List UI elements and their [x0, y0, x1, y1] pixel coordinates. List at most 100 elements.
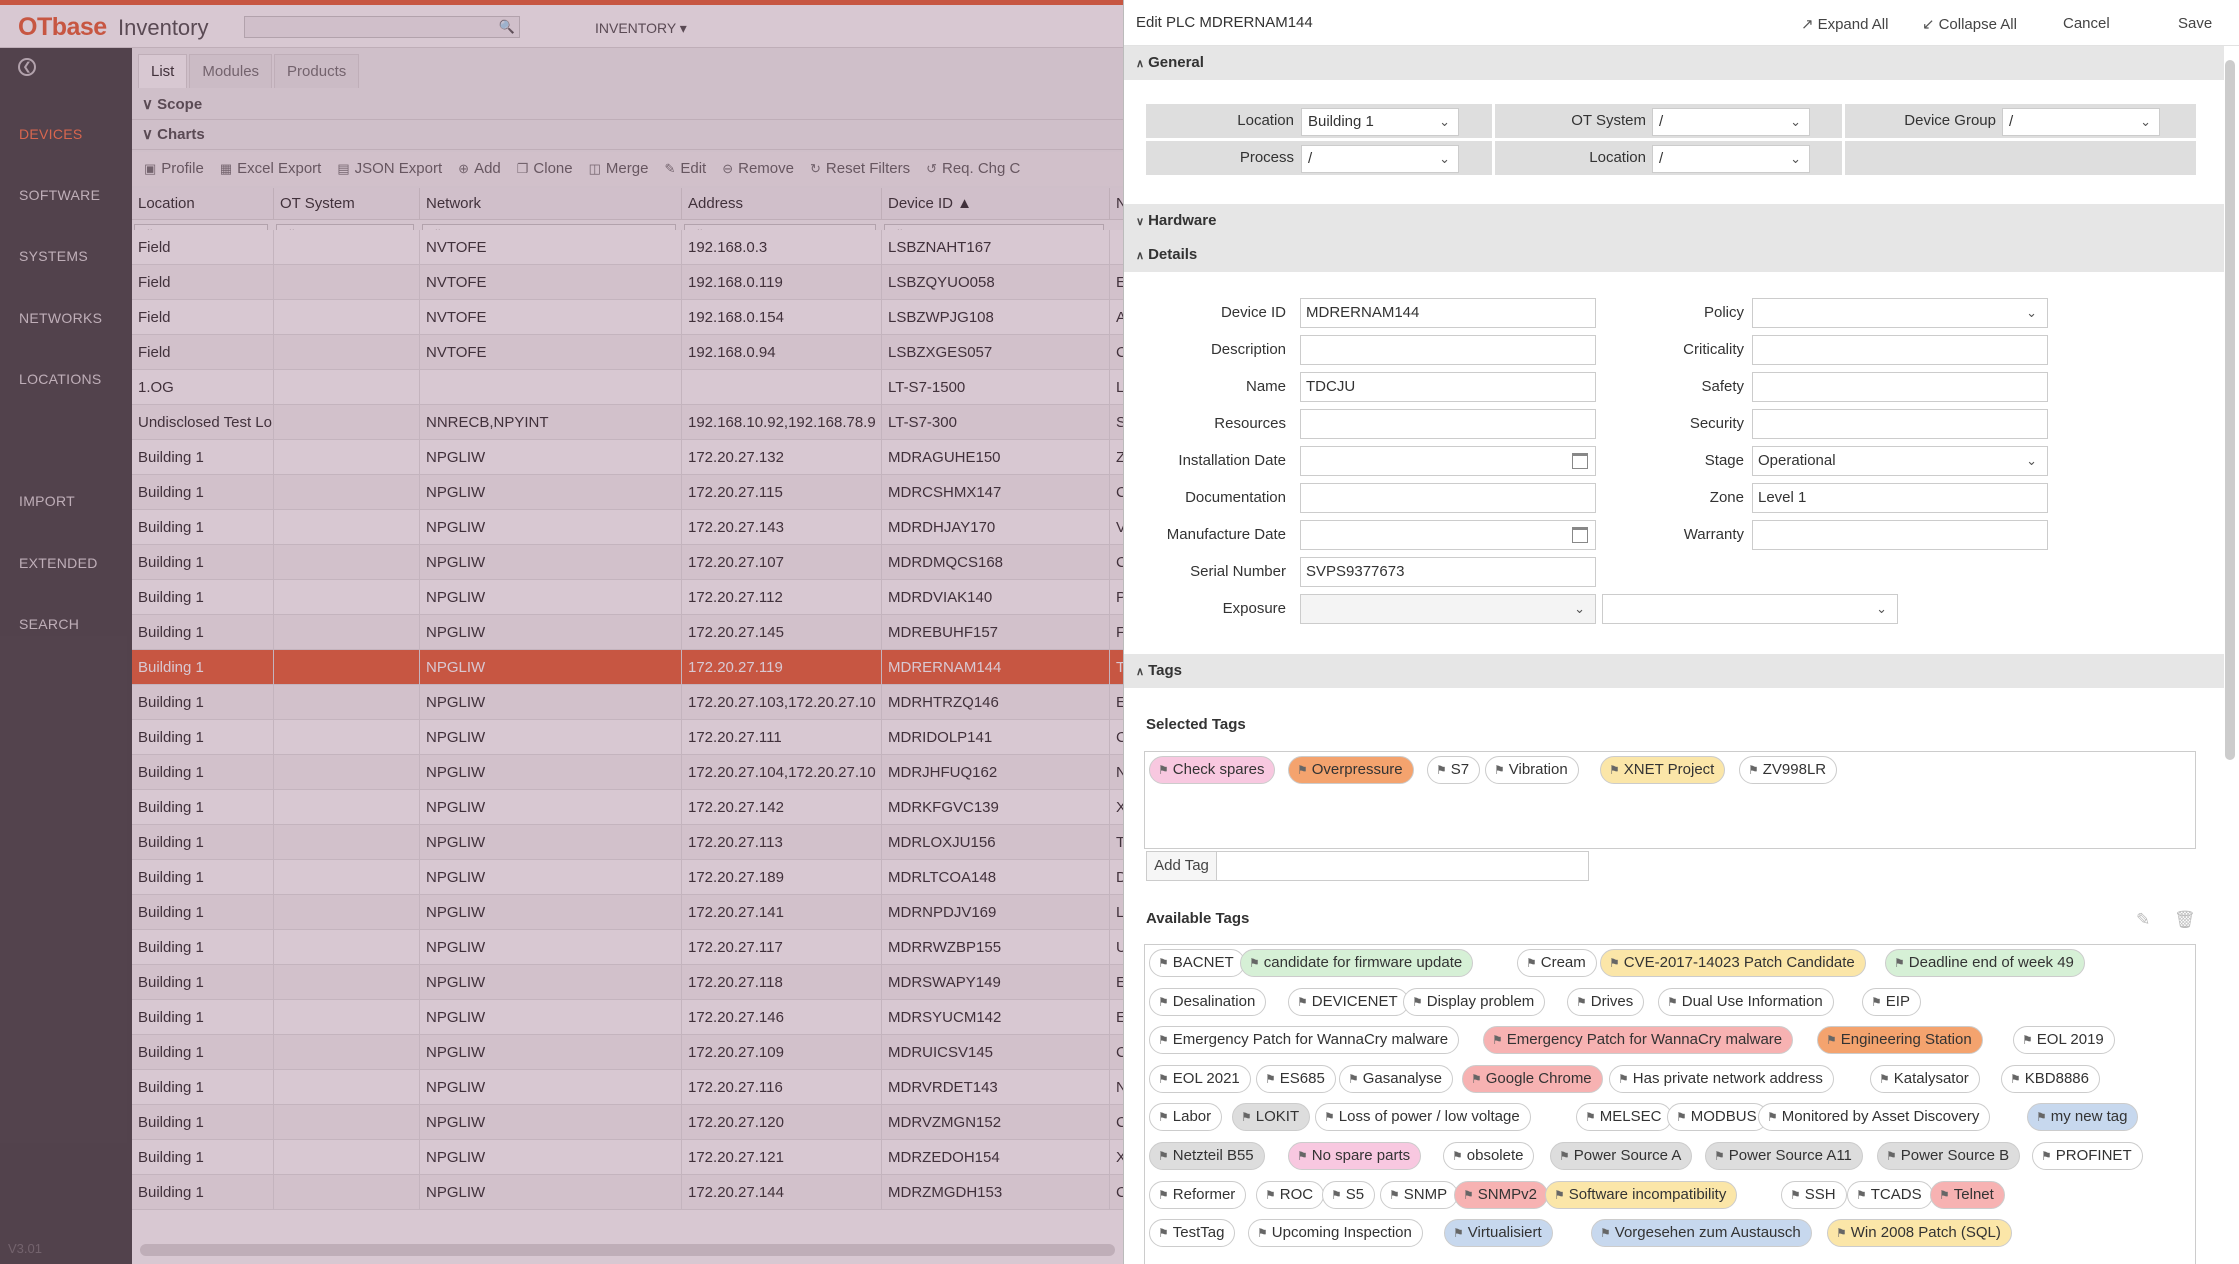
location2-select[interactable]: / ⌄	[1652, 145, 1810, 173]
available-tag[interactable]: ⚑ Software incompatibility	[1545, 1181, 1738, 1209]
available-tag[interactable]: ⚑ SSH	[1781, 1181, 1847, 1209]
available-tag[interactable]: ⚑ Power Source A	[1550, 1142, 1693, 1170]
available-tag[interactable]: ⚑ Emergency Patch for WannaCry malware	[1483, 1026, 1794, 1054]
available-tag[interactable]: ⚑ CVE-2017-14023 Patch Candidate	[1600, 949, 1866, 977]
add-tag-field[interactable]: Add Tag	[1146, 851, 1589, 881]
security-field[interactable]	[1752, 409, 2048, 439]
available-tag[interactable]: ⚑ BACNET	[1149, 949, 1245, 977]
expand-all-button[interactable]: ↗ Expand All	[1801, 15, 1888, 33]
selected-tag[interactable]: ⚑ S7	[1427, 756, 1481, 784]
available-tag[interactable]: ⚑ Emergency Patch for WannaCry malware	[1149, 1026, 1460, 1054]
manufacture-date-field[interactable]	[1300, 520, 1596, 550]
available-tag[interactable]: ⚑ Katalysator	[1870, 1065, 1980, 1093]
available-tag[interactable]: ⚑ SNMPv2	[1454, 1181, 1548, 1209]
available-tag[interactable]: ⚑ No spare parts	[1288, 1142, 1422, 1170]
panel-scrollbar[interactable]	[2225, 60, 2235, 760]
available-tag[interactable]: ⚑ EOL 2019	[2013, 1026, 2115, 1054]
field-label: Name	[1245, 378, 1286, 395]
tags-section-header[interactable]: ∧ Tags	[1124, 654, 2224, 688]
available-tag[interactable]: ⚑ Reformer	[1149, 1181, 1247, 1209]
policy-select[interactable]: ⌄	[1752, 298, 2048, 328]
available-tag[interactable]: ⚑ Power Source A11	[1705, 1142, 1863, 1170]
tag-label: Google Chrome	[1485, 1070, 1592, 1087]
available-tag[interactable]: ⚑ Drives	[1567, 988, 1645, 1016]
available-tag[interactable]: ⚑ EOL 2021	[1149, 1065, 1251, 1093]
available-tag[interactable]: ⚑ Labor	[1149, 1103, 1223, 1131]
cancel-button[interactable]: Cancel	[2063, 15, 2110, 32]
available-tag[interactable]: ⚑ Cream	[1517, 949, 1597, 977]
available-tag[interactable]: ⚑ Virtualisiert	[1444, 1219, 1553, 1247]
selected-tag[interactable]: ⚑ ZV998LR	[1739, 756, 1838, 784]
collapse-all-button[interactable]: ↙ Collapse All	[1922, 15, 2017, 33]
available-tag[interactable]: ⚑ SNMP	[1380, 1181, 1459, 1209]
exposure-detail-select[interactable]: ⌄	[1602, 594, 1898, 624]
modal-backdrop[interactable]	[0, 0, 1123, 1264]
save-button[interactable]: Save	[2178, 15, 2212, 32]
available-tag[interactable]: ⚑ Gasanalyse	[1339, 1065, 1453, 1093]
safety-field[interactable]	[1752, 372, 2048, 402]
serial-number-field[interactable]: SVPS9377673	[1300, 557, 1596, 587]
calendar-icon[interactable]	[1572, 453, 1588, 469]
available-tag[interactable]: ⚑ LOKIT	[1232, 1103, 1311, 1131]
available-tag[interactable]: ⚑ MODBUS	[1667, 1103, 1768, 1131]
available-tag[interactable]: ⚑ Upcoming Inspection	[1248, 1219, 1423, 1247]
available-tag[interactable]: ⚑ ROC	[1256, 1181, 1325, 1209]
details-section-header[interactable]: ∧ Details	[1124, 238, 2224, 272]
available-tag[interactable]: ⚑ MELSEC	[1576, 1103, 1673, 1131]
available-tag[interactable]: ⚑ DEVICENET	[1288, 988, 1409, 1016]
installation-date-field[interactable]	[1300, 446, 1596, 476]
available-tag[interactable]: ⚑ KBD8886	[2001, 1065, 2100, 1093]
available-tag[interactable]: ⚑ Vorgesehen zum Austausch	[1591, 1219, 1812, 1247]
field-label: Policy	[1703, 304, 1744, 321]
selected-tags-box[interactable]: ⚑ Check spares ⚑ Overpressure ⚑ S7 ⚑ Vibration ⚑…	[1144, 751, 2196, 849]
available-tag[interactable]: ⚑ Loss of power / low voltage	[1315, 1103, 1531, 1131]
selected-tag[interactable]: ⚑ Check spares	[1149, 756, 1276, 784]
available-tag[interactable]: ⚑ PROFINET	[2032, 1142, 2143, 1170]
available-tag[interactable]: ⚑ Telnet	[1930, 1181, 2005, 1209]
documentation-field[interactable]	[1300, 483, 1596, 513]
stage-select[interactable]: Operational ⌄	[1752, 446, 2048, 476]
available-tag[interactable]: ⚑ ES685	[1256, 1065, 1336, 1093]
chevron-down-icon: ⌄	[2026, 453, 2037, 468]
calendar-icon[interactable]	[1572, 527, 1588, 543]
warranty-field[interactable]	[1752, 520, 2048, 550]
device-group-select[interactable]: / ⌄	[2002, 108, 2160, 136]
selected-tag[interactable]: ⚑ Overpressure	[1288, 756, 1414, 784]
ot-system-select[interactable]: / ⌄	[1652, 108, 1810, 136]
available-tag[interactable]: ⚑ Power Source B	[1877, 1142, 2021, 1170]
device-id-field[interactable]: MDRERNAM144	[1300, 298, 1596, 328]
name-field[interactable]: TDCJU	[1300, 372, 1596, 402]
selected-tag[interactable]: ⚑ XNET Project	[1600, 756, 1726, 784]
hardware-section-header[interactable]: ∨ Hardware	[1124, 204, 2224, 238]
available-tag[interactable]: ⚑ Netzteil B55	[1149, 1142, 1265, 1170]
available-tag[interactable]: ⚑ Google Chrome	[1462, 1065, 1603, 1093]
available-tag[interactable]: ⚑ candidate for firmware update	[1240, 949, 1474, 977]
available-tag[interactable]: ⚑ Desalination	[1149, 988, 1267, 1016]
available-tag[interactable]: ⚑ Has private network address	[1609, 1065, 1834, 1093]
available-tag[interactable]: ⚑ Win 2008 Patch (SQL)	[1827, 1219, 2012, 1247]
available-tag[interactable]: ⚑ TestTag	[1149, 1219, 1236, 1247]
trash-icon[interactable]: 🗑	[2174, 910, 2196, 930]
process-select[interactable]: / ⌄	[1301, 145, 1459, 173]
available-tag[interactable]: ⚑ Engineering Station	[1817, 1026, 1983, 1054]
available-tag[interactable]: ⚑ my new tag	[2027, 1103, 2139, 1131]
selected-tag[interactable]: ⚑ Vibration	[1485, 756, 1579, 784]
available-tag[interactable]: ⚑ Deadline end of week 49	[1885, 949, 2085, 977]
resources-field[interactable]	[1300, 409, 1596, 439]
available-tag[interactable]: ⚑ TCADS	[1847, 1181, 1933, 1209]
general-section-header[interactable]: ∧ General	[1124, 46, 2224, 80]
exposure-select[interactable]: ⌄	[1300, 594, 1596, 624]
available-tag[interactable]: ⚑ Dual Use Information	[1658, 988, 1834, 1016]
available-tag[interactable]: ⚑ EIP	[1862, 988, 1921, 1016]
description-field[interactable]	[1300, 335, 1596, 365]
tag-label: EOL 2021	[1172, 1070, 1240, 1087]
available-tag[interactable]: ⚑ Display problem	[1403, 988, 1546, 1016]
available-tag[interactable]: ⚑ Monitored by Asset Discovery	[1758, 1103, 1991, 1131]
criticality-field[interactable]	[1752, 335, 2048, 365]
edit-icon[interactable]: ✎	[2136, 910, 2150, 930]
zone-field[interactable]: Level 1	[1752, 483, 2048, 513]
tag-label: Power Source A11	[1728, 1147, 1852, 1164]
available-tag[interactable]: ⚑ S5	[1322, 1181, 1376, 1209]
location-select[interactable]: Building 1 ⌄	[1301, 108, 1459, 136]
available-tag[interactable]: ⚑ obsolete	[1443, 1142, 1535, 1170]
